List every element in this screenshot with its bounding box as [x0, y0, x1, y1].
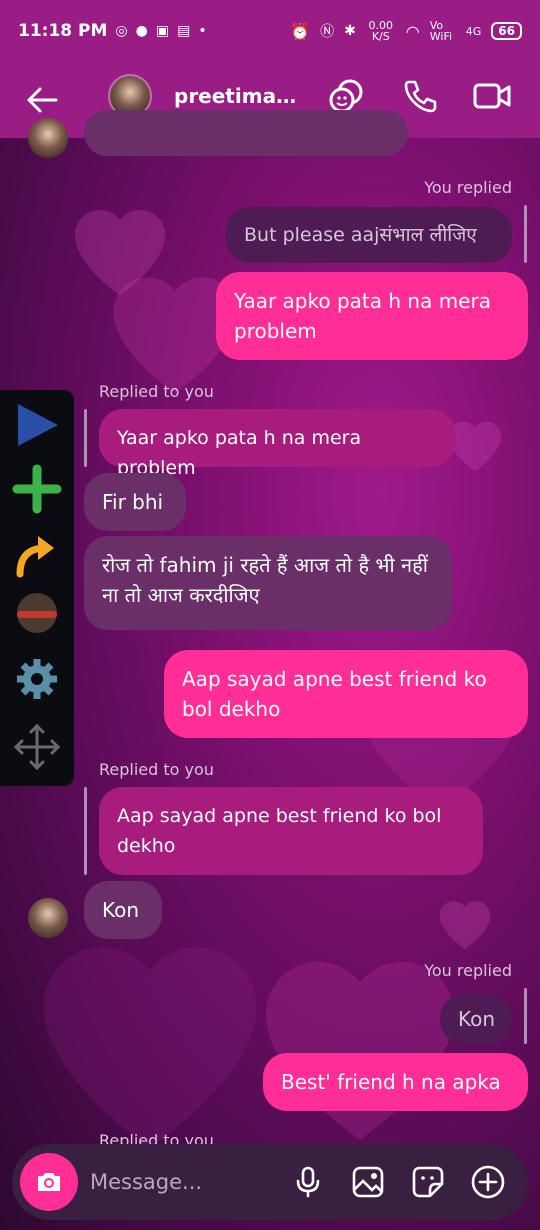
microphone-icon: [296, 1166, 320, 1198]
reply-line: [84, 409, 87, 467]
gallery-icon: [352, 1166, 384, 1198]
reply-label: Replied to you: [99, 382, 214, 401]
wifi-icon: ◠: [405, 21, 420, 41]
redo-button[interactable]: [10, 528, 64, 582]
redo-arrow-icon: [16, 536, 54, 578]
video-call-button[interactable]: [472, 76, 512, 116]
sticker-button[interactable]: [408, 1162, 448, 1202]
background-heart: [0, 900, 300, 1160]
reply-label: You replied: [424, 178, 512, 197]
settings-button[interactable]: [10, 652, 64, 706]
camera-button[interactable]: [20, 1153, 78, 1211]
status-time: 11:18 PM: [18, 21, 108, 41]
play-icon: [18, 404, 58, 446]
plus-icon: [12, 464, 62, 514]
reply-line: [524, 988, 527, 1044]
quoted-message[interactable]: Aap sayad apne best friend ko bol dekho: [99, 787, 483, 875]
dot-icon: •: [198, 23, 207, 39]
nfc-icon: Ⓝ: [320, 24, 335, 40]
contact-avatar-small: [28, 118, 68, 158]
reply-line: [84, 787, 87, 875]
voice-call-button[interactable]: [400, 76, 440, 116]
video-call-icon: [473, 83, 511, 109]
message-bubble-outgoing[interactable]: Yaar apko pata h na mera problem: [216, 272, 528, 360]
volte-label: Vo WiFi: [429, 19, 453, 43]
voice-message-button[interactable]: [288, 1162, 328, 1202]
notification-icons: ◎ ● ▣ ▤ •: [115, 23, 206, 39]
gallery-button[interactable]: [348, 1162, 388, 1202]
sticker-icon: [412, 1166, 444, 1198]
record-avatar-button[interactable]: [10, 586, 64, 640]
reply-label: You replied: [424, 961, 512, 980]
more-options-button[interactable]: [468, 1162, 508, 1202]
back-arrow-icon: [27, 87, 58, 113]
gear-icon: [17, 659, 57, 699]
camera-icon: [38, 1173, 60, 1191]
message-composer: [12, 1144, 528, 1220]
add-button[interactable]: [10, 462, 64, 516]
message-bubble-partial[interactable]: [84, 110, 408, 156]
message-bubble-outgoing[interactable]: Best' friend h na apka: [263, 1053, 528, 1111]
whatsapp-icon: ◎: [115, 23, 128, 39]
quoted-message[interactable]: Kon: [440, 994, 512, 1044]
status-bar: 11:18 PM ◎ ● ▣ ▤ • ⏰ Ⓝ ✱ 0.00 K/S ◠ Vo W…: [0, 0, 540, 62]
app-icon: ▤: [177, 23, 191, 39]
bluetooth-icon: ✱: [344, 23, 356, 39]
background-heart: [430, 890, 500, 952]
facebook-icon: ●: [135, 23, 148, 39]
message-icon: ▣: [155, 23, 170, 39]
play-button[interactable]: [10, 398, 64, 452]
quoted-message[interactable]: But please aajसंभाल लीजिए: [226, 207, 512, 263]
message-bubble-incoming[interactable]: रोज तो fahim ji रहते हैं आज तो है भी नही…: [84, 536, 452, 630]
net-speed: 0.00 K/S: [368, 19, 394, 43]
message-input[interactable]: [90, 1164, 290, 1200]
reply-label: Replied to you: [99, 1131, 214, 1145]
phone-icon: [404, 80, 437, 113]
signal-label: 4G: [465, 24, 482, 38]
contact-name[interactable]: preetimaur...: [174, 84, 298, 108]
message-bubble-incoming[interactable]: Kon: [84, 881, 162, 939]
move-icon: [13, 723, 61, 771]
quoted-message[interactable]: Yaar apko pata h na mera problem: [99, 409, 455, 479]
contact-avatar-small: [28, 898, 68, 938]
add-icon: [471, 1165, 505, 1199]
message-bubble-incoming[interactable]: Fir bhi: [84, 473, 186, 531]
alarm-icon: ⏰: [290, 21, 311, 41]
avatar-icon: [17, 593, 57, 633]
system-icons: ⏰ Ⓝ ✱ 0.00 K/S ◠ Vo WiFi 4G 66: [290, 20, 522, 42]
reply-line: [524, 205, 527, 263]
floating-toolbar: [0, 390, 74, 786]
message-bubble-outgoing[interactable]: Aap sayad apne best friend ko bol dekho: [164, 650, 528, 738]
back-button[interactable]: [22, 80, 62, 120]
battery-indicator: 66: [491, 22, 522, 40]
move-handle[interactable]: [10, 720, 64, 774]
reply-label: Replied to you: [99, 760, 214, 779]
